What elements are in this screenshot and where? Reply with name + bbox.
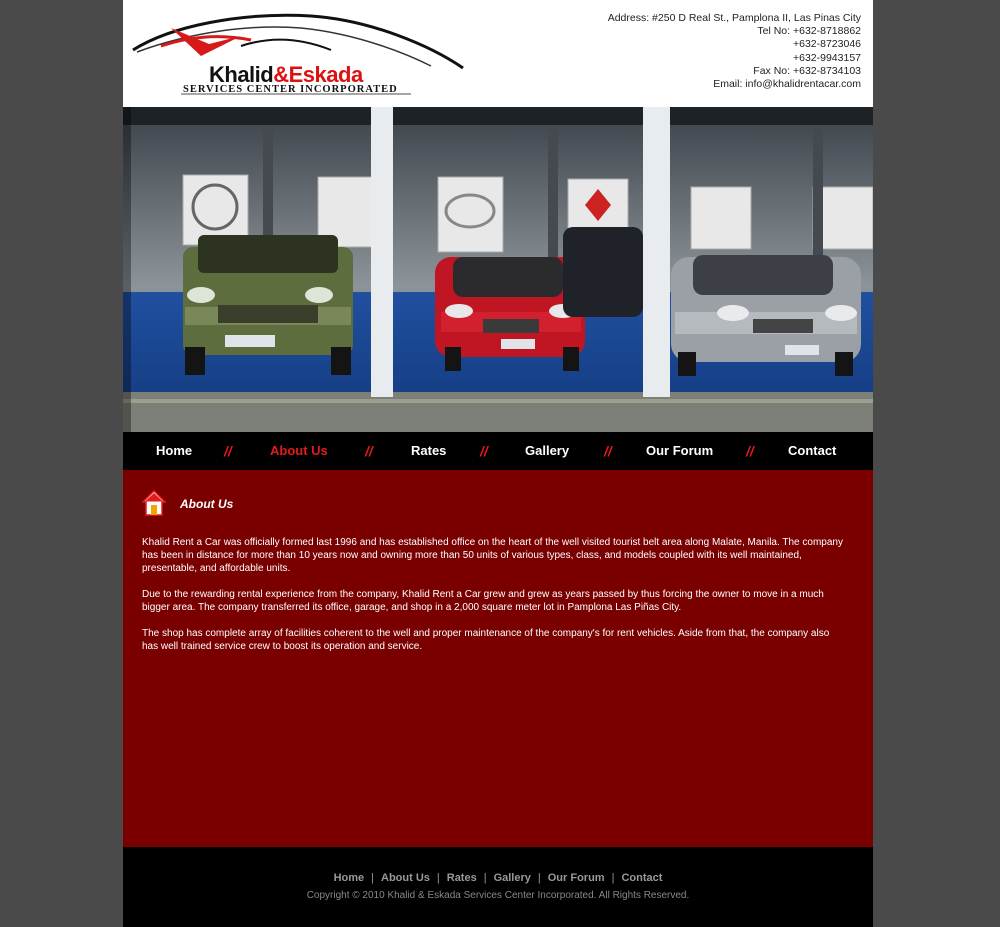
contact-info: Address: #250 D Real St., Pamplona II, L… xyxy=(608,12,861,91)
about-paragraph: Khalid Rent a Car was officially formed … xyxy=(142,537,843,574)
company-logo[interactable]: Khalid&Eskada SERVICES CENTER INCORPORAT… xyxy=(131,6,471,101)
section-title: About Us xyxy=(180,497,234,511)
header: Khalid&Eskada SERVICES CENTER INCORPORAT… xyxy=(123,0,873,107)
contact-tel-2: +632-8723046 xyxy=(792,38,861,51)
footer-link-gallery[interactable]: Gallery xyxy=(494,872,531,884)
contact-tel-3: +632-9943157 xyxy=(792,51,861,64)
nav-home[interactable]: Home xyxy=(156,443,192,458)
nav-separator: // xyxy=(604,443,612,459)
footer-link-home[interactable]: Home xyxy=(334,872,365,884)
home-icon xyxy=(142,490,166,516)
footer-link-about-us[interactable]: About Us xyxy=(381,872,430,884)
logo-tagline: SERVICES CENTER INCORPORATED xyxy=(183,84,398,95)
footer-link-rates[interactable]: Rates xyxy=(447,872,477,884)
contact-fax: Fax No: +632-8734103 xyxy=(753,64,861,77)
nav-separator: // xyxy=(365,443,373,459)
banner-photo xyxy=(123,107,873,432)
main-content: About Us Khalid Rent a Car was officiall… xyxy=(123,470,873,847)
footer-separator: | xyxy=(371,872,374,884)
copyright-text: Copyright © 2010 Khalid & Eskada Service… xyxy=(306,890,690,901)
footer-separator: | xyxy=(537,872,541,884)
about-text: Khalid Rent a Car was officially formed … xyxy=(142,536,847,666)
nav-about-us[interactable]: About Us xyxy=(270,443,328,458)
footer-link-our-forum[interactable]: Our Forum xyxy=(548,872,605,884)
contact-email[interactable]: Email: info@khalidrentacar.com xyxy=(608,78,861,91)
footer-nav: Home | About Us | Rates | Gallery | Our Forum | Co… xyxy=(123,872,873,884)
contact-address: Address: #250 D Real St., Pamplona II, L… xyxy=(607,12,861,24)
about-paragraph: Due to the rewarding rental experience f… xyxy=(142,589,824,613)
footer-separator: | xyxy=(483,872,487,884)
footer-separator: | xyxy=(436,872,440,884)
footer-link-contact[interactable]: Contact xyxy=(621,872,662,884)
page-container: Khalid&Eskada SERVICES CENTER INCORPORAT… xyxy=(123,0,873,927)
garage-photo-illustration xyxy=(123,107,873,432)
main-nav: Home // About Us // Rates // Gallery // … xyxy=(123,432,873,470)
nav-separator: // xyxy=(746,443,754,459)
footer-separator: | xyxy=(611,872,615,884)
nav-separator: // xyxy=(224,443,232,459)
nav-our-forum[interactable]: Our Forum xyxy=(646,443,713,458)
nav-rates[interactable]: Rates xyxy=(411,443,446,458)
nav-contact[interactable]: Contact xyxy=(788,443,836,458)
nav-separator: // xyxy=(480,443,488,459)
nav-gallery[interactable]: Gallery xyxy=(525,443,569,458)
footer: Home | About Us | Rates | Gallery | Our Forum | Co… xyxy=(123,847,873,927)
about-paragraph: The shop has complete array of facilitie… xyxy=(142,628,830,652)
contact-tel: Tel No: +632-8718862 xyxy=(757,25,861,38)
